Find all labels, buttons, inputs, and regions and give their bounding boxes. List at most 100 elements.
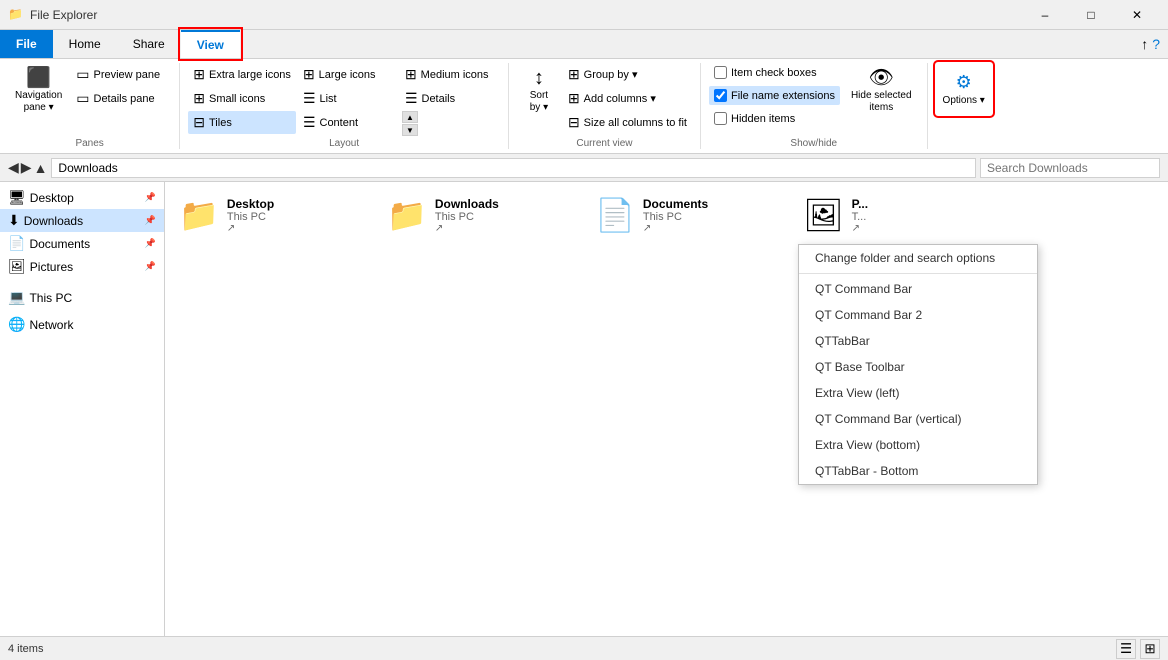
file-name-ext-toggle[interactable]: File name extensions xyxy=(709,86,840,105)
dropdown-qt-command-bar-vertical[interactable]: QT Command Bar (vertical) xyxy=(799,406,1037,432)
item-check-boxes-cb[interactable] xyxy=(714,66,727,79)
large-icon: ⊞ xyxy=(303,66,315,83)
sort-by-button[interactable]: ↕ Sortby ▾ xyxy=(517,63,561,119)
up-button[interactable]: ▲ xyxy=(34,159,48,176)
extra-large-icons-button[interactable]: ⊞ Extra large icons xyxy=(188,63,296,86)
content-button[interactable]: ☰ Content xyxy=(298,111,398,134)
details-label: Details xyxy=(422,93,456,105)
ribbon-tabs: File Home Share View ↑ ? xyxy=(0,30,1168,58)
nav-item-pictures[interactable]: 🖼 Pictures 📌 xyxy=(0,255,164,278)
folder-documents-sub: This PC xyxy=(643,211,708,223)
app-icon: 📁 xyxy=(8,7,24,23)
folder-desktop-icon: 📁 xyxy=(179,196,219,234)
layout-buttons: ⊞ Extra large icons ⊞ Small icons ⊟ Tile… xyxy=(188,63,500,136)
medium-icons-button[interactable]: ⊞ Medium icons xyxy=(400,63,500,86)
this-pc-icon: 💻 xyxy=(8,289,25,306)
dropdown-qt-command-bar-2[interactable]: QT Command Bar 2 xyxy=(799,302,1037,328)
tab-home[interactable]: Home xyxy=(53,30,117,58)
help-button[interactable]: ? xyxy=(1152,36,1160,52)
ribbon-content: ⬛ Navigationpane ▾ ▭ Preview pane ▭ Deta… xyxy=(0,59,1168,154)
nav-item-network[interactable]: 🌐 Network xyxy=(0,313,164,336)
nav-pane-icon: ⬛ xyxy=(26,68,51,88)
ribbon-group-panes: ⬛ Navigationpane ▾ ▭ Preview pane ▭ Deta… xyxy=(0,63,180,149)
nav-item-desktop[interactable]: 🖥 Desktop 📌 xyxy=(0,186,164,209)
hidden-items-label: Hidden items xyxy=(731,113,795,125)
tiles-button[interactable]: ⊟ Tiles xyxy=(188,111,296,134)
tab-file[interactable]: File xyxy=(0,30,53,58)
back-button[interactable]: ◀ xyxy=(8,159,19,176)
folder-desktop[interactable]: 📁 Desktop This PC ↗ xyxy=(173,190,373,240)
search-input[interactable] xyxy=(980,158,1160,178)
tiles-view-toggle[interactable]: ⊞ xyxy=(1140,639,1160,659)
hidden-items-cb[interactable] xyxy=(714,112,727,125)
options-dropdown-menu: Change folder and search options QT Comm… xyxy=(798,244,1038,485)
folder-pictures-name: P... xyxy=(852,197,868,211)
dropdown-extra-view-left[interactable]: Extra View (left) xyxy=(799,380,1037,406)
show-hide-label: Show/hide xyxy=(790,136,837,149)
dropdown-qttabbar[interactable]: QTTabBar xyxy=(799,328,1037,354)
navigation-pane-button[interactable]: ⬛ Navigationpane ▾ xyxy=(8,63,69,119)
details-view-toggle[interactable]: ☰ xyxy=(1116,639,1136,659)
folder-documents[interactable]: 📄 Documents This PC ↗ xyxy=(589,190,789,240)
folder-downloads[interactable]: 📁 Downloads This PC ↗ xyxy=(381,190,581,240)
window-controls: – □ ✕ xyxy=(1022,0,1160,30)
size-columns-button[interactable]: ⊟ Size all columns to fit xyxy=(563,111,692,134)
dropdown-qt-command-bar[interactable]: QT Command Bar xyxy=(799,276,1037,302)
hidden-items-toggle[interactable]: Hidden items xyxy=(709,109,840,128)
large-icons-button[interactable]: ⊞ Large icons xyxy=(298,63,398,86)
layout-scroll-up[interactable]: ▲ xyxy=(402,111,418,123)
details-button[interactable]: ☰ Details xyxy=(400,87,500,110)
sort-icon: ↕ xyxy=(534,68,544,88)
dropdown-change-folder[interactable]: Change folder and search options xyxy=(799,245,1037,271)
forward-button[interactable]: ▶ xyxy=(21,159,32,176)
dropdown-qttabbar-bottom[interactable]: QTTabBar - Bottom xyxy=(799,458,1037,484)
address-field[interactable] xyxy=(51,158,976,178)
add-columns-button[interactable]: ⊞ Add columns ▾ xyxy=(563,87,692,110)
navigation-arrows: ◀ ▶ ▲ xyxy=(8,159,47,176)
folder-pictures[interactable]: 🖼 P... T... ↗ xyxy=(797,190,997,240)
details-pane-button[interactable]: ▭ Details pane xyxy=(71,87,171,110)
item-count: 4 items xyxy=(8,643,43,655)
ribbon-group-current-view: ↕ Sortby ▾ ⊞ Group by ▾ ⊞ Add columns ▾ … xyxy=(509,63,701,149)
folder-desktop-info: Desktop This PC ↗ xyxy=(227,197,274,234)
options-button[interactable]: ⚙ Options ▾ xyxy=(936,63,992,115)
pin-icon-pictures: 📌 xyxy=(145,261,156,272)
extra-large-icon: ⊞ xyxy=(193,66,205,83)
dropdown-qt-base-toolbar[interactable]: QT Base Toolbar xyxy=(799,354,1037,380)
main-area: 🖥 Desktop 📌 ⬇ Downloads 📌 📄 Documents 📌 … xyxy=(0,182,1168,636)
downloads-icon: ⬇ xyxy=(8,212,20,229)
group-by-button[interactable]: ⊞ Group by ▾ xyxy=(563,63,692,86)
layout-scroll-down[interactable]: ▼ xyxy=(402,124,418,136)
file-name-ext-cb[interactable] xyxy=(714,89,727,102)
pin-icon-desktop: 📌 xyxy=(145,192,156,203)
folder-documents-name: Documents xyxy=(643,197,708,211)
pin-icon-downloads: 📌 xyxy=(145,215,156,226)
folder-pictures-info: P... T... ↗ xyxy=(852,197,868,234)
nav-up-button[interactable]: ↑ xyxy=(1141,36,1148,52)
item-check-boxes-toggle[interactable]: Item check boxes xyxy=(709,63,840,82)
hide-selected-button[interactable]: 👁 Hide selecteditems xyxy=(844,63,919,119)
list-button[interactable]: ☰ List xyxy=(298,87,398,110)
details-icon: ▭ xyxy=(76,90,89,107)
dropdown-extra-view-bottom[interactable]: Extra View (bottom) xyxy=(799,432,1037,458)
preview-pane-button[interactable]: ▭ Preview pane xyxy=(71,63,171,86)
layout-group-label: Layout xyxy=(329,136,359,149)
details-view-icon: ☰ xyxy=(405,90,418,107)
small-icons-button[interactable]: ⊞ Small icons xyxy=(188,87,296,110)
tiles-label: Tiles xyxy=(209,117,232,129)
close-button[interactable]: ✕ xyxy=(1114,0,1160,30)
size-columns-label: Size all columns to fit xyxy=(584,117,687,129)
network-icon: 🌐 xyxy=(8,316,25,333)
address-bar: ◀ ▶ ▲ xyxy=(0,154,1168,182)
nav-item-downloads[interactable]: ⬇ Downloads 📌 xyxy=(0,209,164,232)
maximize-button[interactable]: □ xyxy=(1068,0,1114,30)
file-name-ext-label: File name extensions xyxy=(731,90,835,102)
nav-item-documents[interactable]: 📄 Documents 📌 xyxy=(0,232,164,255)
tab-view[interactable]: View xyxy=(181,30,240,58)
tab-share[interactable]: Share xyxy=(117,30,181,58)
folder-downloads-sub: This PC xyxy=(435,211,499,223)
minimize-button[interactable]: – xyxy=(1022,0,1068,30)
dropdown-separator xyxy=(799,273,1037,274)
documents-icon: 📄 xyxy=(8,235,25,252)
nav-item-this-pc[interactable]: 💻 This PC xyxy=(0,286,164,309)
